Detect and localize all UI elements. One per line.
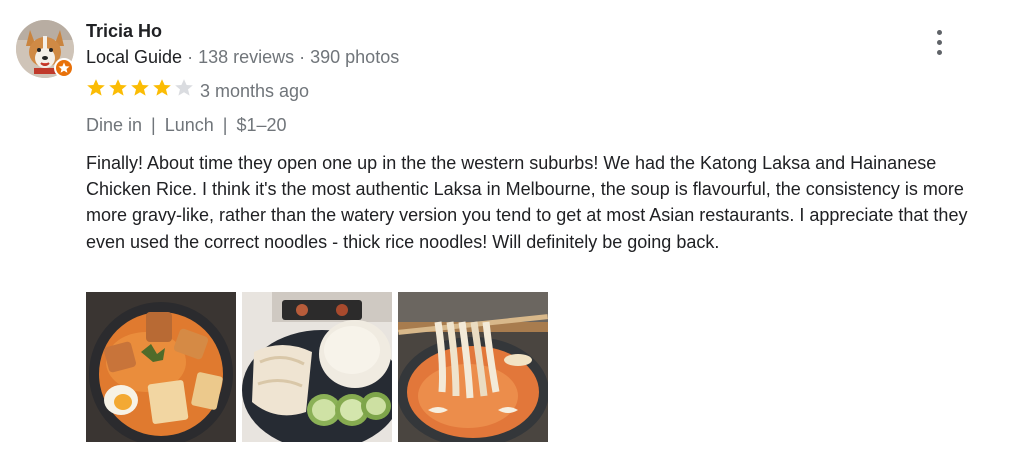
reviewer-name[interactable]: Tricia Ho xyxy=(86,20,162,42)
reviewer-meta: Local Guide · 138 reviews · 390 photos xyxy=(86,46,399,68)
star-filled-icon xyxy=(87,79,105,96)
review-photos xyxy=(86,292,554,442)
menu-dot xyxy=(937,50,942,55)
local-guide-label: Local Guide xyxy=(86,47,183,67)
menu-dot xyxy=(937,30,942,35)
photo-count: 390 photos xyxy=(310,47,400,67)
review-count: 138 reviews xyxy=(198,47,295,67)
more-vert-icon[interactable] xyxy=(928,28,952,58)
laksa-bowl-photo[interactable] xyxy=(86,292,236,442)
meta-separator: · xyxy=(182,47,199,67)
tag-separator: | xyxy=(151,115,156,135)
hainanese-chicken-rice-photo[interactable] xyxy=(242,292,392,442)
meta-separator: · xyxy=(294,47,311,67)
star-filled-icon xyxy=(109,79,127,96)
star-empty-icon xyxy=(175,79,193,96)
menu-dot xyxy=(937,40,942,45)
laksa-noodles-chopsticks-photo[interactable] xyxy=(398,292,548,442)
star-filled-icon xyxy=(153,79,171,96)
review-time: 3 months ago xyxy=(200,81,310,101)
star-rating xyxy=(86,78,196,98)
tag-dine-in: Dine in xyxy=(86,115,143,135)
visit-tags: Dine in | Lunch | $1–20 xyxy=(86,114,287,136)
tag-price: $1–20 xyxy=(236,115,287,135)
star-filled-icon xyxy=(131,79,149,96)
review-text: Finally! About time they open one up in … xyxy=(86,153,968,252)
local-guide-star-icon xyxy=(54,58,74,78)
tag-meal: Lunch xyxy=(164,115,214,135)
tag-separator: | xyxy=(222,115,228,135)
